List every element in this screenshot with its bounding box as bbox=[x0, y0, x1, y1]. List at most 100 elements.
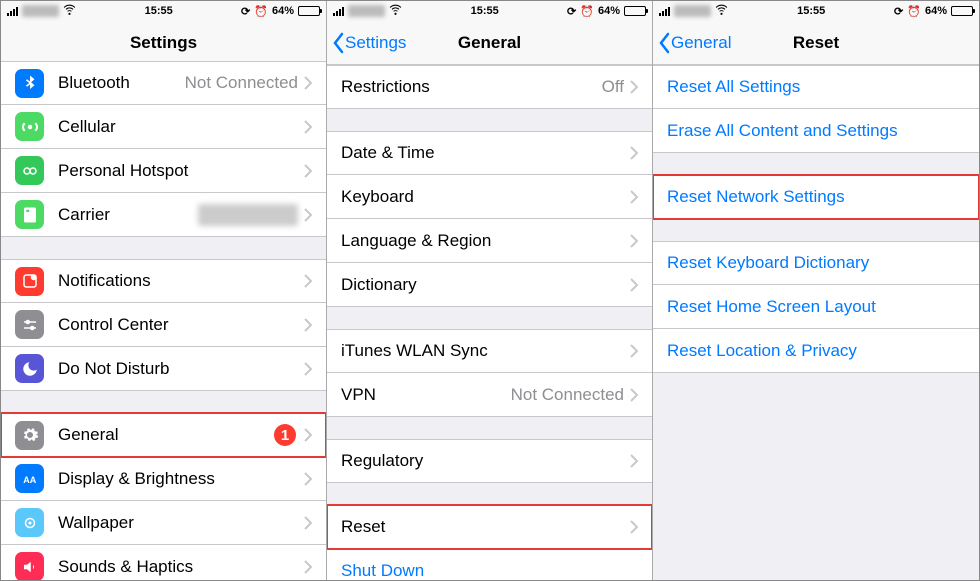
signal-icon bbox=[333, 7, 344, 16]
row-vpn[interactable]: VPNNot Connected bbox=[327, 373, 652, 417]
back-button[interactable]: Settings bbox=[327, 32, 406, 54]
row-label: Erase All Content and Settings bbox=[667, 121, 965, 141]
clock: 15:55 bbox=[76, 5, 241, 17]
row-dnd[interactable]: Do Not Disturb bbox=[1, 347, 326, 391]
battery-pct: 64% bbox=[925, 5, 947, 17]
signal-icon bbox=[659, 7, 670, 16]
rotation-lock-icon: ⟳ bbox=[241, 5, 250, 18]
alarm-icon: ⏰ bbox=[254, 5, 268, 18]
chevron-right-icon bbox=[630, 454, 638, 468]
row-value: Not Connected bbox=[185, 73, 298, 93]
row-itunes[interactable]: iTunes WLAN Sync bbox=[327, 329, 652, 373]
row-wallpaper[interactable]: Wallpaper bbox=[1, 501, 326, 545]
chevron-right-icon bbox=[304, 120, 312, 134]
carrier-label: XXXX bbox=[348, 5, 385, 17]
page-title: Settings bbox=[1, 33, 326, 53]
row-keyboard[interactable]: Keyboard bbox=[327, 175, 652, 219]
clock: 15:55 bbox=[402, 5, 567, 17]
row-reset-location[interactable]: Reset Location & Privacy bbox=[653, 329, 979, 373]
row-label: Reset All Settings bbox=[667, 77, 965, 97]
row-reset-network[interactable]: Reset Network Settings bbox=[653, 175, 979, 219]
carrier-label: XXXX bbox=[674, 5, 711, 17]
row-control-center[interactable]: Control Center bbox=[1, 303, 326, 347]
row-label: Carrier bbox=[58, 205, 198, 225]
row-value: Off bbox=[602, 77, 624, 97]
nav-bar: General Reset bbox=[653, 21, 979, 65]
back-button[interactable]: General bbox=[653, 32, 731, 54]
row-label: Date & Time bbox=[341, 143, 630, 163]
row-erase-all[interactable]: Erase All Content and Settings bbox=[653, 109, 979, 153]
chevron-right-icon bbox=[630, 278, 638, 292]
chevron-right-icon bbox=[304, 472, 312, 486]
dnd-icon bbox=[15, 354, 44, 383]
row-general[interactable]: General 1 bbox=[1, 413, 326, 457]
nav-bar: Settings bbox=[1, 21, 326, 65]
chevron-right-icon bbox=[304, 274, 312, 288]
status-bar: XXXX 15:55 ⟳ ⏰ 64% bbox=[327, 1, 652, 21]
row-value: Not Connected bbox=[511, 385, 624, 405]
row-language[interactable]: Language & Region bbox=[327, 219, 652, 263]
carrier-value: XXXXXX bbox=[198, 204, 298, 226]
general-screen: XXXX 15:55 ⟳ ⏰ 64% Settings General Rest… bbox=[327, 1, 653, 580]
chevron-right-icon bbox=[304, 164, 312, 178]
row-dictionary[interactable]: Dictionary bbox=[327, 263, 652, 307]
bluetooth-icon bbox=[15, 69, 44, 98]
battery-icon bbox=[298, 6, 320, 16]
alarm-icon: ⏰ bbox=[580, 5, 594, 18]
chevron-right-icon bbox=[304, 208, 312, 222]
row-reset-keyboard[interactable]: Reset Keyboard Dictionary bbox=[653, 241, 979, 285]
battery-icon bbox=[951, 6, 973, 16]
row-label: Display & Brightness bbox=[58, 469, 304, 489]
row-label: Reset Network Settings bbox=[667, 187, 965, 207]
svg-text:AA: AA bbox=[23, 474, 36, 484]
signal-icon bbox=[7, 7, 18, 16]
row-display[interactable]: AA Display & Brightness bbox=[1, 457, 326, 501]
chevron-right-icon bbox=[304, 516, 312, 530]
row-shutdown[interactable]: Shut Down bbox=[327, 549, 652, 580]
carrier-icon bbox=[15, 200, 44, 229]
chevron-right-icon bbox=[630, 520, 638, 534]
status-bar: XXXX 15:55 ⟳ ⏰ 64% bbox=[653, 1, 979, 21]
row-carrier[interactable]: Carrier XXXXXX bbox=[1, 193, 326, 237]
row-label: Regulatory bbox=[341, 451, 630, 471]
row-reset-all[interactable]: Reset All Settings bbox=[653, 65, 979, 109]
settings-screen: XXXX 15:55 ⟳ ⏰ 64% Settings Bluetooth No… bbox=[1, 1, 327, 580]
row-notifications[interactable]: Notifications bbox=[1, 259, 326, 303]
row-bluetooth[interactable]: Bluetooth Not Connected bbox=[1, 61, 326, 105]
alarm-icon: ⏰ bbox=[907, 5, 921, 18]
chevron-right-icon bbox=[304, 76, 312, 90]
row-hotspot[interactable]: Personal Hotspot bbox=[1, 149, 326, 193]
wifi-icon bbox=[63, 3, 76, 19]
chevron-right-icon bbox=[304, 318, 312, 332]
control-center-icon bbox=[15, 310, 44, 339]
back-label: General bbox=[671, 33, 731, 53]
wifi-icon bbox=[389, 3, 402, 19]
row-label: Bluetooth bbox=[58, 73, 185, 93]
row-regulatory[interactable]: Regulatory bbox=[327, 439, 652, 483]
row-sounds[interactable]: Sounds & Haptics bbox=[1, 545, 326, 580]
back-label: Settings bbox=[345, 33, 406, 53]
chevron-right-icon bbox=[630, 234, 638, 248]
row-reset-home[interactable]: Reset Home Screen Layout bbox=[653, 285, 979, 329]
chevron-right-icon bbox=[630, 388, 638, 402]
row-datetime[interactable]: Date & Time bbox=[327, 131, 652, 175]
wallpaper-icon bbox=[15, 508, 44, 537]
row-label: Shut Down bbox=[341, 561, 638, 581]
carrier-label: XXXX bbox=[22, 5, 59, 17]
row-cellular[interactable]: Cellular bbox=[1, 105, 326, 149]
nav-bar: Settings General bbox=[327, 21, 652, 65]
row-label: Control Center bbox=[58, 315, 304, 335]
status-bar: XXXX 15:55 ⟳ ⏰ 64% bbox=[1, 1, 326, 21]
row-label: VPN bbox=[341, 385, 511, 405]
row-restrictions[interactable]: Restrictions Off bbox=[327, 65, 652, 109]
row-label: Notifications bbox=[58, 271, 304, 291]
row-label: Personal Hotspot bbox=[58, 161, 304, 181]
row-reset[interactable]: Reset bbox=[327, 505, 652, 549]
row-label: iTunes WLAN Sync bbox=[341, 341, 630, 361]
row-label: Reset bbox=[341, 517, 630, 537]
row-label: General bbox=[58, 425, 274, 445]
row-label: Reset Location & Privacy bbox=[667, 341, 965, 361]
row-label: Do Not Disturb bbox=[58, 359, 304, 379]
clock: 15:55 bbox=[728, 5, 894, 17]
chevron-right-icon bbox=[630, 344, 638, 358]
